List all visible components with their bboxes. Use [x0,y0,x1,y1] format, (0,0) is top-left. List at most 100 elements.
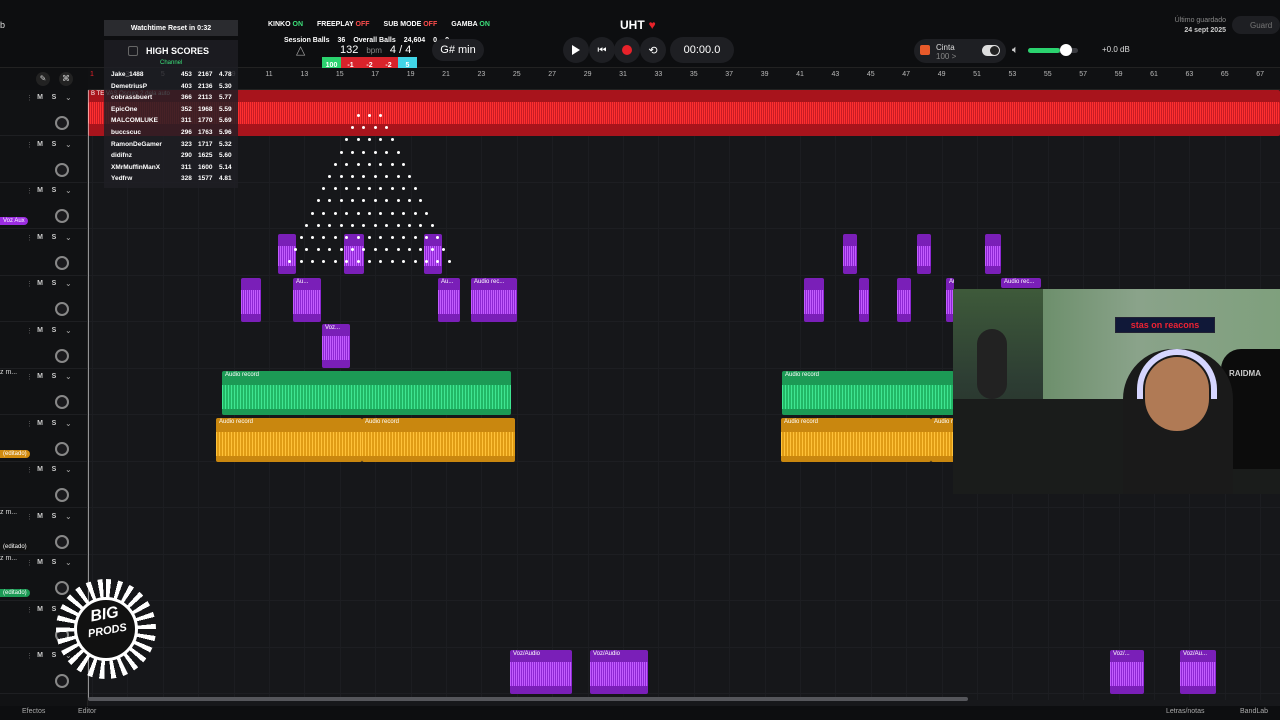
solo-button[interactable]: S [49,466,59,473]
audio-clip[interactable] [917,234,931,274]
track-header[interactable]: ⋮MS ⌄ [0,276,88,322]
track-lane[interactable] [88,509,1280,555]
bandlab-tab[interactable]: BandLab [1240,708,1268,715]
track-lane[interactable] [88,137,1280,183]
audio-clip[interactable]: Voz... [322,324,350,368]
track-lane[interactable] [88,555,1280,601]
track-header[interactable]: z m... ⋮ M S ⌄ [0,369,88,415]
record-button[interactable] [614,37,640,63]
mute-button[interactable]: M [35,466,45,473]
audio-clip[interactable] [424,234,442,274]
mute-button[interactable]: M [35,234,45,241]
save-button[interactable]: Guard [1232,16,1280,34]
audio-clip[interactable]: Audio record [222,371,511,415]
audio-clip[interactable]: Audio record [781,418,931,462]
pan-knob[interactable] [55,488,69,502]
solo-button[interactable]: S [49,234,59,241]
drag-handle-icon[interactable]: ⋮ [26,141,33,149]
audio-clip[interactable]: Voz/Audio [510,650,572,694]
track-header[interactable]: ⋮ M S ⌄ (editado) [0,416,88,462]
mute-button[interactable]: M [35,187,45,194]
audio-clip[interactable]: Audio record [362,418,515,462]
mute-button[interactable]: M [35,327,45,334]
key-selector[interactable]: G# min [432,39,484,61]
chevron-down-icon[interactable]: ⌄ [65,326,72,335]
pan-knob[interactable] [55,534,69,549]
track-header[interactable]: ⋮ M S ⌄ Voz Aux [0,183,88,229]
mute-button[interactable]: M [35,94,45,101]
solo-button[interactable]: S [49,187,59,194]
audio-clip[interactable]: Au... [293,278,321,322]
track-header[interactable]: ⋮MS ⌄ [0,462,88,508]
rewind-button[interactable]: ⏮ [589,37,615,63]
drag-handle-icon[interactable]: ⋮ [26,187,33,195]
audio-clip[interactable]: Au... [438,278,460,322]
editor-tab[interactable]: Editor [78,708,96,715]
track-header[interactable]: ⋮MS ⌄ [0,90,88,136]
audio-clip[interactable] [859,278,869,322]
drag-handle-icon[interactable]: ⋮ [26,327,33,335]
audio-clip[interactable] [843,234,857,274]
chevron-down-icon[interactable]: ⌄ [65,512,72,521]
pan-knob[interactable] [55,162,69,177]
chevron-down-icon[interactable]: ⌄ [65,279,72,288]
drag-handle-icon[interactable]: ⋮ [26,420,33,428]
solo-button[interactable]: S [49,513,59,520]
audio-clip[interactable]: B TE VAS Oscuro 2 dela auto [88,90,1280,136]
mute-button[interactable]: M [35,513,45,520]
audio-clip[interactable] [241,278,261,322]
solo-button[interactable]: S [49,420,59,427]
loop-button[interactable]: ⟲ [640,37,666,63]
audio-clip[interactable]: Voz/Au... [1180,650,1216,694]
app-menu-letter[interactable]: b [0,20,5,30]
chevron-down-icon[interactable]: ⌄ [65,558,72,567]
solo-button[interactable]: S [49,327,59,334]
tape-switch[interactable] [982,45,1000,56]
track-lane[interactable] [88,183,1280,229]
effects-tab[interactable]: Efectos [22,708,45,715]
audio-clip[interactable] [897,278,911,322]
volume-handle[interactable] [1060,44,1072,56]
audio-clip[interactable]: Audio rec... [1001,278,1041,288]
tape-toggle[interactable]: Cinta 100 > [914,39,1006,63]
mute-button[interactable]: M [35,141,45,148]
track-header[interactable]: z m... ⋮ M S ⌄ (editado) [0,509,88,555]
project-title[interactable]: UHT ♥ [620,18,656,32]
speaker-icon[interactable]: 🔈︎ [1012,44,1019,57]
chevron-down-icon[interactable]: ⌄ [65,186,72,195]
chevron-down-icon[interactable]: ⌄ [65,465,72,474]
pan-knob[interactable] [55,116,69,130]
drag-handle-icon[interactable]: ⋮ [26,466,33,474]
drag-handle-icon[interactable]: ⋮ [26,513,33,521]
play-button[interactable] [563,37,589,63]
solo-button[interactable]: S [49,141,59,148]
track-lane[interactable] [88,648,1280,694]
time-signature[interactable]: 4 / 4 [390,44,411,56]
chevron-down-icon[interactable]: ⌄ [65,372,72,381]
pan-knob[interactable] [55,395,69,409]
chevron-down-icon[interactable]: ⌄ [65,93,72,102]
audio-clip[interactable] [278,234,296,274]
audio-clip[interactable]: Audio record [216,418,362,462]
solo-button[interactable]: S [49,280,59,287]
track-lane[interactable] [88,230,1280,276]
drag-handle-icon[interactable]: ⋮ [26,94,33,102]
drag-handle-icon[interactable]: ⋮ [26,373,33,381]
pan-knob[interactable] [55,302,69,316]
track-header[interactable]: ⋮MS ⌄ [0,137,88,183]
chevron-down-icon[interactable]: ⌄ [65,419,72,428]
track-header[interactable]: ⋮MS ⌄ [0,323,88,369]
pan-knob[interactable] [55,209,69,223]
audio-clip[interactable] [985,234,1001,274]
mute-button[interactable]: M [35,280,45,287]
mute-button[interactable]: M [35,559,45,566]
solo-button[interactable]: S [49,373,59,380]
mute-button[interactable]: M [35,420,45,427]
audio-clip[interactable]: Audio rec... [471,278,517,322]
drag-handle-icon[interactable]: ⋮ [26,559,33,567]
snap-icon[interactable]: ⌘ [59,72,73,86]
chevron-down-icon[interactable]: ⌄ [65,140,72,149]
drag-handle-icon[interactable]: ⋮ [26,234,33,242]
lyrics-tab[interactable]: Letras/notas [1166,708,1205,715]
audio-clip[interactable] [344,234,364,274]
